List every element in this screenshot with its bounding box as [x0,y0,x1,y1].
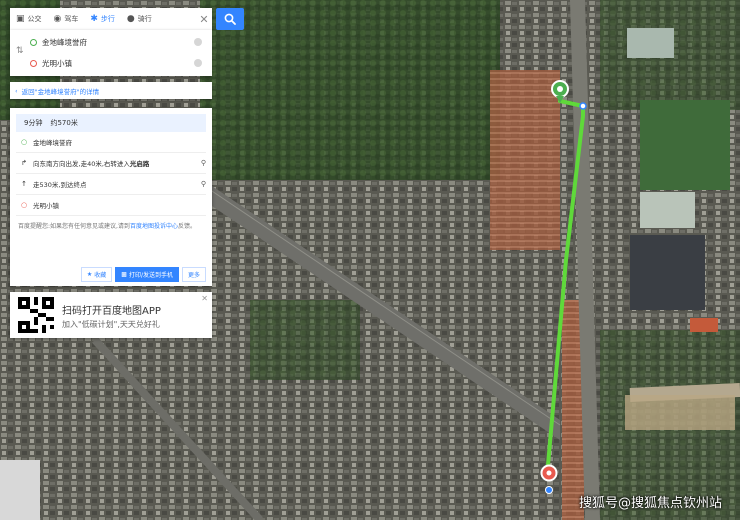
summary-time: 9分钟 [24,119,43,127]
route-inputs: ⇅ 金地峰境誉府 光明小镇 [10,30,212,76]
walk-icon: ✱ [90,13,98,24]
back-link-label: 返回"金地峰境誉府"的详情 [21,87,100,96]
step-start[interactable]: ○ 金地峰境誉府 [16,132,206,153]
tab-transit[interactable]: ▣ 公交 [10,8,48,30]
step-start-label: 金地峰境誉府 [33,139,72,147]
route-node-dot [579,102,587,110]
complaint-center-link[interactable]: 百度地图投诉中心 [130,223,178,230]
end-value: 光明小镇 [42,58,72,68]
start-value: 金地峰境誉府 [42,37,87,47]
favorite-button[interactable]: ★ 收藏 [80,267,113,282]
end-field[interactable]: 光明小镇 [30,54,202,72]
route-summary[interactable]: 9分钟 约570米 [16,114,206,132]
ad-title: 扫码打开百度地图APP [62,306,161,317]
step-end[interactable]: ○ 光明小镇 [16,195,206,216]
bicycle-icon: ● [126,13,135,24]
bus-icon: ▣ [16,13,25,24]
tab-ride-label: 骑行 [137,15,152,23]
car-icon: ◉ [53,13,62,24]
turn-right-icon: ↱ [21,159,27,167]
step-end-label: 光明小镇 [33,202,59,210]
phone-icon: ▩ [121,271,127,278]
swap-icon[interactable]: ⇅ [16,46,24,56]
more-button[interactable]: 更多 [181,267,206,282]
qr-code [18,297,54,333]
arrow-up-icon: ↑ [21,180,27,188]
chevron-left-icon: ‹ [15,86,18,95]
star-icon: ★ [86,271,93,278]
clear-start-icon[interactable] [194,38,202,46]
search-button[interactable] [216,8,244,30]
start-dot-icon [30,38,37,46]
close-icon[interactable]: ✕ [196,13,212,26]
clear-end-icon[interactable] [194,59,202,67]
route-detail: 9分钟 约570米 ○ 金地峰境誉府 ↱ 向东南方向出发,走40米,右转进入光启… [10,108,212,286]
watermark: 搜狐号@搜狐焦点钦州站 [578,496,722,511]
step-turn-label: 向东南方向出发,走40米,右转进入光启路 [33,160,150,168]
end-marker[interactable] [540,464,558,494]
route-actions: ★ 收藏 ▩ 打印/发送到手机 更多 [80,267,206,282]
tab-walk-label: 步行 [100,15,115,23]
close-icon[interactable]: ✕ [201,294,208,303]
app-download-banner: 扫码打开百度地图APP 加入"低碳计划",天天兑好礼 ✕ [10,292,212,338]
search-icon [224,13,236,25]
ad-subtitle: 加入"低碳计划",天天兑好礼 [62,320,160,329]
end-circle-icon: ○ [20,201,28,209]
send-to-phone-button[interactable]: ▩ 打印/发送到手机 [115,267,179,282]
back-link[interactable]: ‹ 返回"金地峰境誉府"的详情 [10,82,212,99]
step-straight-label: 走530米,到达终点 [33,181,87,189]
travel-mode-tabs: ▣ 公交 ◉ 驾车 ✱ 步行 ● 骑行 ✕ [10,8,212,30]
step-straight[interactable]: ↑ 走530米,到达终点 ⚲ [16,174,206,195]
start-field[interactable]: 金地峰境誉府 [30,33,202,51]
end-dot-icon [30,59,37,67]
tab-transit-label: 公交 [27,15,42,23]
location-pin-icon[interactable]: ⚲ [201,159,206,167]
tab-walk[interactable]: ✱ 步行 [84,8,121,30]
start-circle-icon: ○ [20,138,28,146]
tab-drive-label: 驾车 [64,15,79,23]
summary-distance: 约570米 [50,119,78,127]
feedback-note: 百度提醒您:如果您有任何意见或建议,请到百度地图投诉中心反馈。 [18,223,196,230]
tab-drive[interactable]: ◉ 驾车 [48,8,85,30]
start-marker[interactable] [551,80,569,103]
step-turn[interactable]: ↱ 向东南方向出发,走40米,右转进入光启路 ⚲ [16,153,206,174]
tab-ride[interactable]: ● 骑行 [121,8,158,30]
location-pin-icon[interactable]: ⚲ [201,180,206,188]
walking-route-line [546,99,585,480]
